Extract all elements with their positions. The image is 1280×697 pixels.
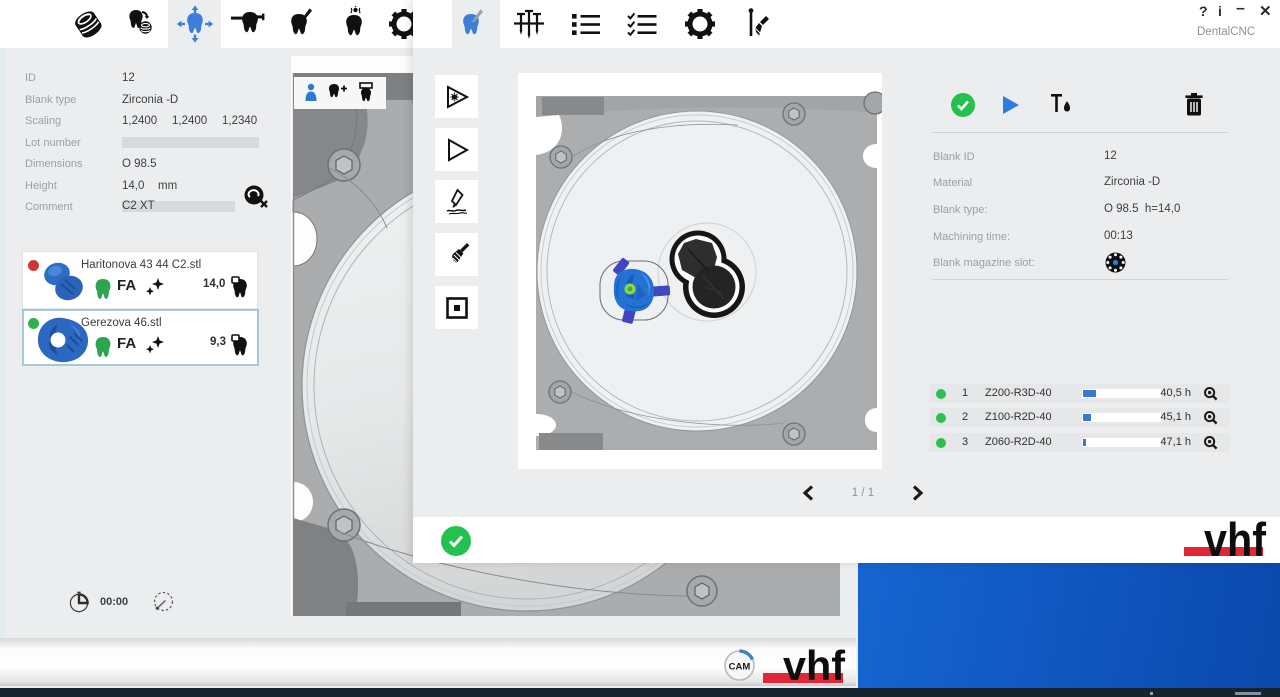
svg-text:vhf: vhf bbox=[783, 642, 846, 686]
svg-text:CAM: CAM bbox=[729, 662, 751, 673]
svg-text:vhf: vhf bbox=[1204, 517, 1266, 563]
